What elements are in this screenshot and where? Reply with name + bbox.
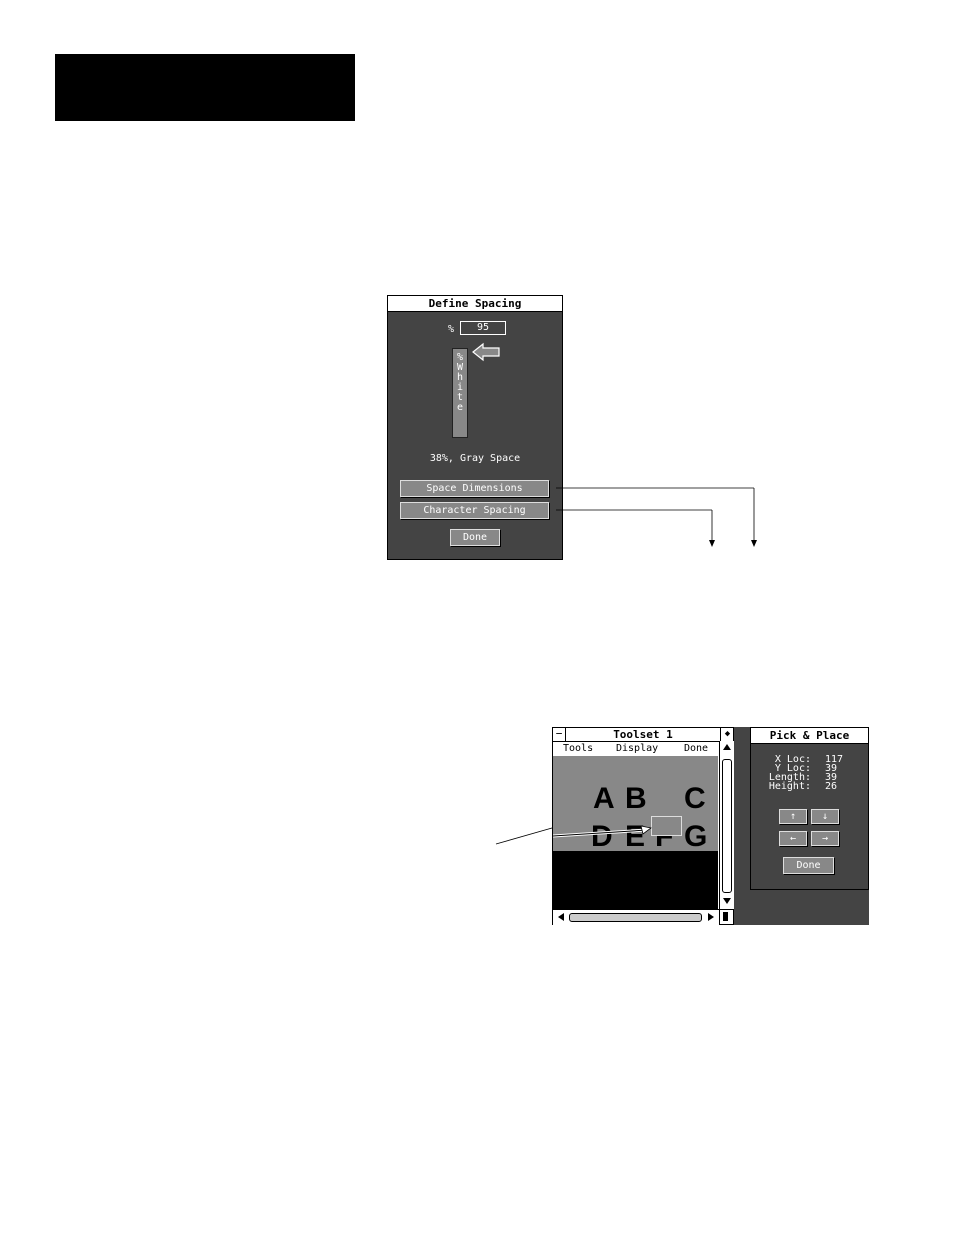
image-canvas[interactable]: A B C D E F G (553, 756, 718, 853)
menu-done[interactable]: Done (684, 742, 708, 755)
pointer-arrow (553, 825, 652, 838)
menu-display[interactable]: Display (616, 742, 658, 755)
callout-lines (495, 487, 757, 845)
vertical-scroll-thumb[interactable] (722, 759, 732, 893)
pick-place-title: Pick & Place (751, 728, 868, 744)
height-label: Height: (768, 781, 811, 792)
horizontal-scroll-thumb[interactable] (569, 913, 702, 922)
scroll-left-icon[interactable] (556, 912, 566, 922)
horizontal-scrollbar[interactable] (553, 909, 719, 925)
toolset-title: Toolset 1 (613, 728, 673, 741)
close-icon[interactable]: − (553, 728, 566, 741)
pick-place-done-button[interactable]: Done (783, 857, 834, 874)
move-left-button[interactable]: ← (779, 831, 807, 846)
scroll-up-icon[interactable] (722, 743, 732, 753)
canvas-empty-area (553, 851, 718, 909)
zoom-icon[interactable]: ◆ (720, 728, 734, 741)
height-value: 26 (825, 781, 838, 792)
move-right-button[interactable]: → (811, 831, 839, 846)
toolset-window: − Toolset 1 ◆ Tools Display Done A B C D… (552, 727, 734, 925)
resize-grip-icon[interactable] (719, 909, 734, 925)
menu-tools[interactable]: Tools (563, 742, 593, 755)
vertical-scrollbar[interactable] (719, 741, 734, 909)
toolset-menubar: Tools Display Done (553, 742, 733, 755)
scroll-down-icon[interactable] (722, 896, 732, 906)
scroll-right-icon[interactable] (706, 912, 716, 922)
pick-place-dialog: Pick & Place X Loc: 117 Y Loc: 39 Length… (750, 727, 869, 890)
move-up-button[interactable]: ↑ (779, 809, 807, 824)
move-down-button[interactable]: ↓ (811, 809, 839, 824)
toolset-titlebar: − Toolset 1 ◆ (553, 728, 733, 742)
